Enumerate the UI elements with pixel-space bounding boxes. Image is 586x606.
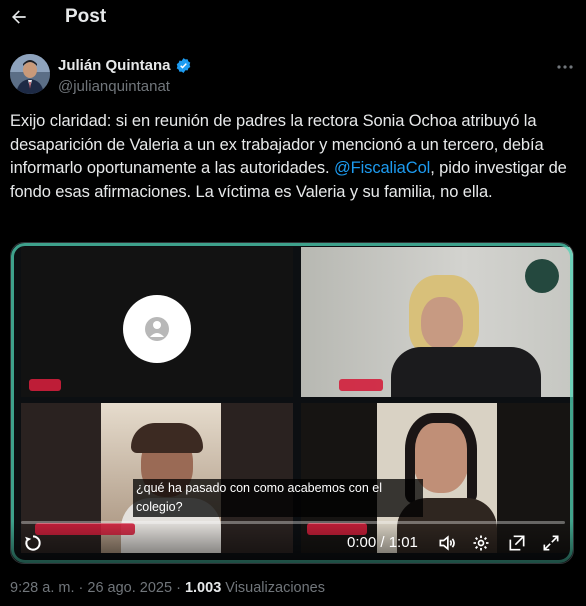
more-options-button[interactable] (554, 58, 576, 76)
fullscreen-button[interactable] (539, 531, 563, 555)
separator: · (78, 580, 84, 596)
back-button[interactable] (6, 4, 32, 30)
pop-out-icon (509, 535, 525, 551)
replay-button[interactable] (21, 531, 45, 555)
participant-avatar-icon (123, 295, 191, 363)
video-tile-2 (301, 247, 573, 397)
avatar-image (10, 54, 50, 94)
top-bar: Post (0, 0, 586, 34)
video-caption: ¿qué ha pasado con como acabemos con el … (133, 479, 423, 517)
separator: · (176, 580, 181, 596)
pop-out-button[interactable] (505, 531, 529, 555)
participant-label (29, 379, 61, 391)
video-progress-bar[interactable] (21, 521, 565, 524)
page-title: Post (65, 6, 107, 27)
more-dots-icon (557, 65, 573, 69)
views-count: 1.003 (184, 580, 222, 596)
post-date[interactable]: 26 ago. 2025 (87, 580, 172, 596)
tweet-metadata: 9:28 a. m. · 26 ago. 2025 · 1.003 Visual… (10, 580, 325, 596)
video-player[interactable]: ¿qué ha pasado con como acabemos con el … (10, 242, 574, 564)
tweet-author: Julián Quintana @julianquintanat (0, 52, 586, 100)
avatar[interactable] (10, 54, 50, 94)
watermark-logo (525, 259, 559, 293)
author-name[interactable]: Julián Quintana (58, 57, 171, 74)
gear-icon (473, 535, 489, 551)
author-handle[interactable]: @julianquintanat (58, 78, 170, 95)
participant-label (339, 379, 383, 391)
video-time: 0:00 / 1:01 (347, 534, 418, 551)
verified-badge-icon (176, 58, 190, 73)
replay-icon (25, 535, 41, 551)
video-controls: 0:00 / 1:01 (11, 521, 573, 563)
arrow-left-icon (12, 10, 26, 24)
tweet-text: Exijo claridad: si en reunión de padres … (10, 110, 576, 204)
post-time[interactable]: 9:28 a. m. (10, 580, 74, 596)
video-tile-1 (21, 247, 293, 397)
settings-button[interactable] (469, 531, 493, 555)
speaker-icon (439, 535, 455, 551)
views-label: Visualizaciones (225, 580, 325, 596)
mention-link[interactable]: @FiscaliaCol (334, 159, 430, 177)
expand-icon (543, 535, 559, 551)
volume-button[interactable] (435, 531, 459, 555)
